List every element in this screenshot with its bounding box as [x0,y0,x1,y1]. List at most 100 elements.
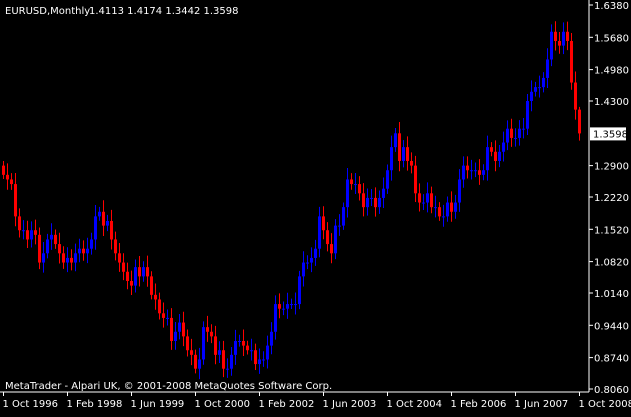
candle-body [170,318,173,341]
candle-body [10,179,13,184]
chart-background [0,0,631,413]
x-tick-label: 1 Jun 1999 [131,399,185,410]
price-chart[interactable]: 1.63801.56801.49801.43001.29001.22201.15… [0,0,631,413]
y-tick-label: 0.9440 [594,321,629,332]
y-tick-label: 0.8740 [594,354,629,365]
candle-body [78,249,81,254]
candle-body [390,147,393,170]
candle-body [570,41,573,83]
candle-body [262,359,265,360]
candle-body [478,170,481,175]
candle-body [250,350,253,351]
candle-body [462,166,465,180]
candle-body [46,239,49,253]
candle-body [354,184,357,185]
candle-body [14,184,17,216]
candle-body [138,267,141,276]
y-tick-label: 1.2900 [594,162,629,173]
candle-body [66,258,69,263]
x-tick-label: 1 Oct 2008 [579,399,631,410]
candle-body [306,263,309,264]
candle-body [206,327,209,332]
candle-body [202,327,205,359]
candle-body [566,32,569,41]
candle-body [26,230,29,239]
candle-body [522,129,525,130]
candle-body [234,341,237,355]
candle-body [258,359,261,364]
candle-body [574,83,577,110]
candle-body [218,350,221,355]
candle-body [538,87,541,88]
candle-body [562,32,565,46]
candle-body [534,87,537,92]
y-tick-label: 1.4300 [594,97,629,108]
candle-body [402,147,405,161]
candle-body [2,166,5,175]
candle-body [426,193,429,202]
candle-body [454,203,457,212]
candle-body [62,253,65,262]
chart-header-ohlc: 1.4113 1.4174 1.3442 1.3598 [89,6,239,17]
candle-body [346,179,349,207]
candle-body [98,212,101,217]
candle-body [498,152,501,161]
y-tick-label: 1.2220 [594,193,629,204]
y-tick-label: 1.1520 [594,225,629,236]
candle-body [310,258,313,263]
candle-body [278,304,281,309]
candle-body [510,129,513,138]
candle-body [6,175,9,180]
candle-body [42,253,45,262]
candle-body [282,309,285,310]
candle-body [174,332,177,341]
candle-body [90,239,93,248]
candle-body [294,304,297,305]
candle-body [106,221,109,226]
candle-body [126,272,129,281]
candle-body [466,166,469,171]
candle-body [290,304,293,305]
x-tick-label: 1 Jun 2007 [515,399,569,410]
candle-body [154,295,157,300]
candle-body [166,318,169,319]
candle-body [178,323,181,332]
candle-body [182,323,185,337]
x-tick-label: 1 Feb 1998 [67,399,123,410]
candle-body [130,281,133,286]
candle-body [474,170,477,171]
candle-body [330,244,333,253]
candle-body [418,193,421,202]
candle-body [142,267,145,276]
y-tick-label: 1.5680 [594,33,629,44]
candle-body [410,161,413,166]
candle-body [550,32,553,60]
candle-body [70,258,73,263]
x-tick-label: 1 Feb 2006 [451,399,507,410]
candle-body [118,253,121,262]
candle-body [578,110,581,134]
chart-header-symbol: EURUSD,Monthly [5,6,90,17]
candle-body [102,212,105,226]
candle-body [518,129,521,138]
candle-body [446,203,449,217]
candle-body [30,230,33,239]
candle-body [422,203,425,204]
candle-body [326,230,329,244]
candle [570,33,573,90]
candle-body [366,198,369,207]
candle-body [94,216,97,239]
candle-body [350,179,353,184]
y-tick-label: 0.8060 [594,385,629,396]
candle-body [386,170,389,188]
candle-body [158,299,161,313]
candle-body [338,226,341,227]
candle-body [34,230,37,235]
candle-body [134,267,137,285]
candle-body [558,41,561,46]
candle-body [122,263,125,272]
candle-body [414,166,417,194]
candle-body [362,193,365,207]
candle-body [54,235,57,244]
candle-body [430,193,433,207]
